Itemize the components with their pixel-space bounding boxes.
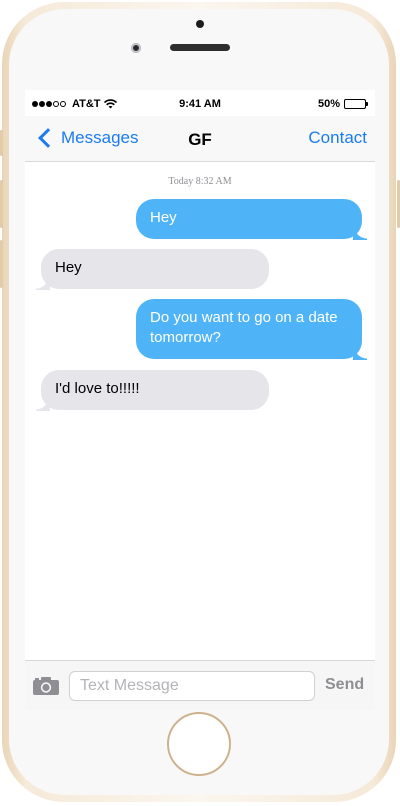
screen: AT&T 9:41 AM 50% Messages GF Contact Tod… [25, 90, 375, 710]
bubble-tail [36, 276, 50, 290]
volume-up-button [0, 180, 3, 228]
message-timestamp: Today 8:32 AM [168, 176, 232, 187]
message-thread[interactable]: Today 8:32 AM Hey Hey Do you want to go … [25, 162, 375, 660]
message-composer: Send [25, 660, 375, 710]
home-button[interactable] [167, 712, 231, 776]
volume-down-button [0, 240, 3, 288]
proximity-sensor [196, 20, 204, 28]
message-text: Hey [55, 259, 82, 276]
message-bubble-incoming[interactable]: I'd love to!!!!! [36, 370, 269, 411]
message-text: Hey [150, 209, 177, 226]
bubble-tail [36, 397, 50, 411]
bubble-tail [353, 346, 367, 360]
message-text: Do you want to go on a date tomorrow? [150, 309, 338, 346]
battery-icon [344, 99, 366, 109]
bubble-tail [353, 226, 367, 240]
battery-percent: 50% [317, 98, 340, 110]
status-bar: AT&T 9:41 AM 50% [25, 90, 375, 116]
mute-switch [0, 130, 3, 156]
message-text: I'd love to!!!!! [55, 380, 140, 397]
camera-icon[interactable] [32, 676, 60, 696]
status-right: 50% [318, 98, 368, 110]
send-button[interactable]: Send [325, 676, 364, 694]
battery-cap [366, 102, 368, 106]
contact-button[interactable]: Contact [308, 128, 367, 148]
message-bubble-outgoing[interactable]: Hey [136, 199, 367, 240]
navigation-bar: Messages GF Contact [25, 116, 375, 162]
message-input[interactable] [69, 671, 315, 701]
message-bubble-incoming[interactable]: Hey [36, 249, 269, 290]
message-bubble-outgoing[interactable]: Do you want to go on a date tomorrow? [136, 299, 367, 360]
front-camera [131, 43, 141, 53]
earpiece-speaker [170, 44, 230, 51]
